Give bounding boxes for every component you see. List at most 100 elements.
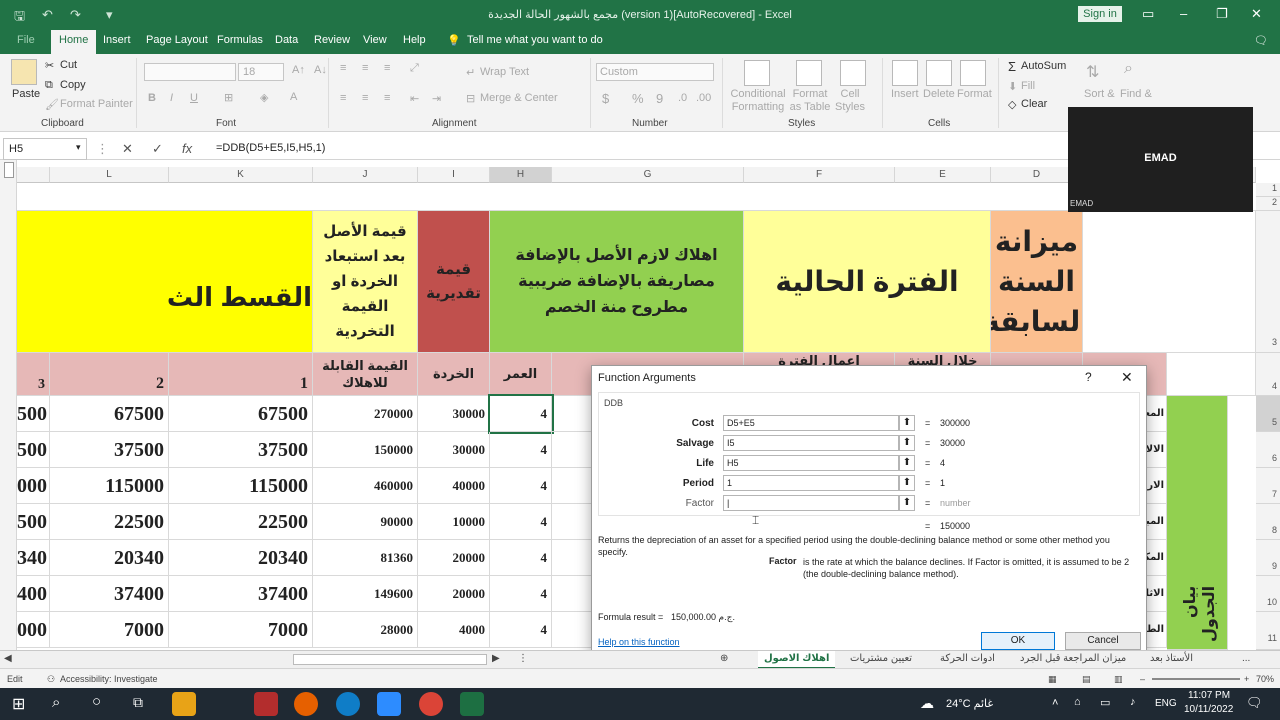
orientation-icon[interactable]: ⤢ xyxy=(410,62,419,75)
battery-icon[interactable]: ▭ xyxy=(1100,696,1110,709)
wrap-text-button[interactable]: Wrap Text xyxy=(480,66,529,78)
sheet-tab-ledger[interactable]: الأستاذ بعد xyxy=(1150,653,1193,664)
col-1-header[interactable]: 1 xyxy=(169,353,313,396)
ok-button[interactable]: OK xyxy=(981,632,1055,650)
tab-insert[interactable]: Insert xyxy=(103,34,131,46)
row-header-11[interactable]: 11 xyxy=(1256,612,1280,650)
cell-c2[interactable]: 37400 xyxy=(50,576,169,612)
windows-start-icon[interactable]: ⊞ xyxy=(12,694,25,714)
tab-formulas[interactable]: Formulas xyxy=(217,34,263,46)
format-painter-icon[interactable]: 🖌 xyxy=(45,98,59,111)
confirm-entry-icon[interactable]: ✓ xyxy=(152,141,163,157)
zoom-out-icon[interactable]: – xyxy=(1140,674,1145,684)
number-format-combo[interactable]: Custom xyxy=(600,66,638,78)
collapse-icon[interactable]: ⬆ xyxy=(899,475,915,491)
cell-dep[interactable]: 149600 xyxy=(313,576,418,612)
currency-button[interactable]: $ xyxy=(602,91,609,106)
empty-cell[interactable] xyxy=(1083,211,1256,353)
life-header[interactable]: العمر xyxy=(490,353,552,396)
cell-life[interactable]: 4 xyxy=(490,612,552,648)
cell-life[interactable]: 4 xyxy=(490,540,552,576)
previous-year-header[interactable]: ميزانة السنة السابقة xyxy=(991,211,1083,353)
more-sheets-button[interactable]: ... xyxy=(1242,653,1250,664)
tab-review[interactable]: Review xyxy=(314,34,350,46)
installment-header[interactable]: القسط الث xyxy=(17,211,313,353)
cell-c2[interactable]: 67500 xyxy=(50,396,169,432)
tab-help[interactable]: Help xyxy=(403,34,426,46)
clear-icon[interactable]: ◇ xyxy=(1008,98,1016,111)
increase-decimal-icon[interactable]: .0 xyxy=(678,92,687,104)
column-header-g[interactable]: G xyxy=(552,167,744,183)
cell-c3[interactable]: 340 xyxy=(17,540,50,576)
salvage-input[interactable]: I5 xyxy=(723,435,899,451)
collapse-icon[interactable]: ⬆ xyxy=(899,415,915,431)
row-header-1[interactable]: 1 xyxy=(1256,183,1280,197)
wrap-text-icon[interactable]: ↵ xyxy=(466,66,475,79)
cell-dep[interactable]: 81360 xyxy=(313,540,418,576)
cell-c3[interactable]: 400 xyxy=(17,576,50,612)
insert-cells-button[interactable]: Insert xyxy=(891,88,919,100)
top-align-icon[interactable]: ≡ xyxy=(340,62,346,74)
format-as-table-icon[interactable] xyxy=(796,60,822,86)
accessibility-icon[interactable]: ⚇ xyxy=(47,674,55,685)
borders-icon[interactable]: ⊞ xyxy=(224,91,233,104)
row-header-6[interactable]: 6 xyxy=(1256,432,1280,468)
normal-view-icon[interactable]: ▦ xyxy=(1048,674,1057,685)
insert-function-icon[interactable]: fx xyxy=(182,141,192,156)
zoom-app-icon[interactable] xyxy=(377,692,401,716)
copy-button[interactable]: Copy xyxy=(60,79,86,91)
page-break-view-icon[interactable]: ▥ xyxy=(1114,674,1123,685)
column-header-f[interactable]: F xyxy=(744,167,895,183)
row-header-4[interactable]: 4 xyxy=(1256,353,1280,396)
row-header-2[interactable]: 2 xyxy=(1256,197,1280,211)
increase-indent-icon[interactable]: ⇥ xyxy=(432,92,441,105)
conditional-formatting-button[interactable]: Conditional Formatting xyxy=(730,88,786,114)
tab-file[interactable]: File xyxy=(17,34,35,46)
volume-icon[interactable]: ♪ xyxy=(1130,696,1136,708)
decrease-indent-icon[interactable]: ⇤ xyxy=(410,92,419,105)
cell-styles-button[interactable]: Cell Styles xyxy=(832,88,868,114)
clear-button[interactable]: Clear xyxy=(1021,98,1047,110)
more-options-icon[interactable]: ⋮ xyxy=(518,653,528,664)
cell-c2[interactable]: 37500 xyxy=(50,432,169,468)
page-layout-view-icon[interactable]: ▤ xyxy=(1082,674,1091,685)
format-cells-button[interactable]: Format xyxy=(957,88,992,100)
column-header-e[interactable]: E xyxy=(895,167,991,183)
bottom-align-icon[interactable]: ≡ xyxy=(384,62,390,74)
required-depreciation-header[interactable]: اهلاك لازم الأصل بالإضافة مصاريفة بالإضا… xyxy=(490,211,744,353)
help-icon[interactable]: ? xyxy=(1085,370,1092,384)
format-painter-button[interactable]: Format Painter xyxy=(60,98,133,110)
sheet-tab-movement[interactable]: ادوات الحركة xyxy=(940,653,995,664)
row-header-5[interactable]: 5 xyxy=(1256,396,1280,432)
formula-input[interactable]: =DDB(D5+E5,I5,H5,1) xyxy=(216,142,325,154)
collapse-icon[interactable]: ⬆ xyxy=(899,455,915,471)
cell-dep[interactable]: 28000 xyxy=(313,612,418,648)
find-select-icon[interactable]: ⌕ xyxy=(1124,60,1133,78)
cell-scrap[interactable]: 30000 xyxy=(418,432,490,468)
font-name-combo[interactable] xyxy=(144,63,236,81)
task-view-icon[interactable]: ⧉ xyxy=(133,694,143,711)
cancel-button[interactable]: Cancel xyxy=(1065,632,1141,650)
shrink-font-icon[interactable]: A↓ xyxy=(314,64,327,76)
paste-button[interactable]: Paste xyxy=(12,88,40,100)
middle-align-icon[interactable]: ≡ xyxy=(362,62,368,74)
chrome-icon[interactable] xyxy=(419,692,443,716)
cell-c1[interactable]: 20340 xyxy=(169,540,313,576)
row-header-8[interactable]: 8 xyxy=(1256,504,1280,540)
zoom-in-icon[interactable]: + xyxy=(1244,674,1249,684)
tray-chevron-icon[interactable]: ˄ xyxy=(1052,697,1058,709)
cell-life[interactable]: 4 xyxy=(490,468,552,504)
italic-button[interactable]: I xyxy=(170,92,173,104)
column-header-j[interactable]: J xyxy=(313,167,418,183)
row-header-9[interactable]: 9 xyxy=(1256,540,1280,576)
empty-cell[interactable] xyxy=(1167,353,1256,396)
factor-input[interactable]: | xyxy=(723,495,899,511)
maximize-icon[interactable]: ❐ xyxy=(1216,6,1228,22)
cortana-icon[interactable]: ○ xyxy=(92,693,101,710)
cell-dep[interactable]: 460000 xyxy=(313,468,418,504)
cost-input[interactable]: D5+E5 xyxy=(723,415,899,431)
delete-cells-button[interactable]: Delete xyxy=(923,88,955,100)
underline-button[interactable]: U xyxy=(190,92,198,104)
fill-icon[interactable]: ⬇ xyxy=(1008,80,1017,93)
cell-c1[interactable]: 22500 xyxy=(169,504,313,540)
